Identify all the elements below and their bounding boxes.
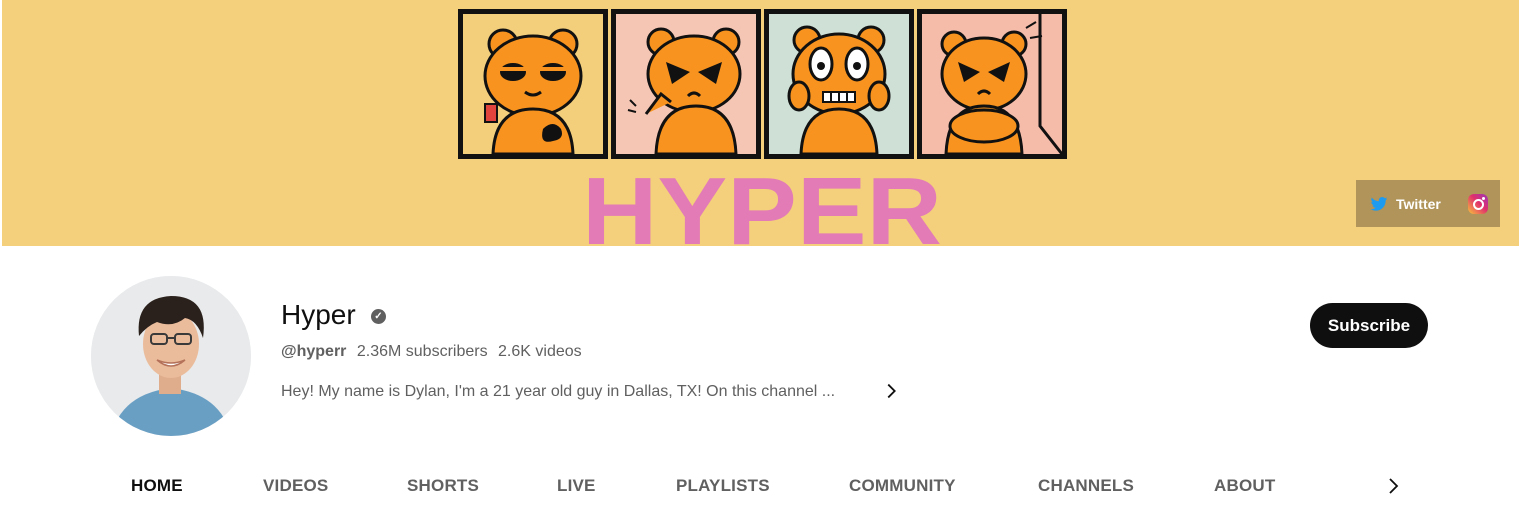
banner-social-links: Twitter [1356,180,1500,227]
channel-avatar[interactable] [91,276,251,436]
channel-handle: @hyperr [281,343,347,360]
svg-text:HYPER: HYPER [582,162,942,246]
tab-live[interactable]: LIVE [557,476,596,496]
banner-comic-panels [458,9,1067,159]
channel-meta: @hyperr 2.36M subscribers 2.6K videos [281,342,582,362]
instagram-icon[interactable] [1467,193,1488,214]
channel-page: HYPER Twitter Hyper ✓ @hyperr 2.36M subs… [0,0,1521,507]
bear-panel-sulking [917,9,1067,159]
tab-about[interactable]: ABOUT [1214,476,1275,496]
chevron-right-icon[interactable] [880,380,902,402]
tab-videos[interactable]: VIDEOS [263,476,328,496]
tab-channels[interactable]: CHANNELS [1038,476,1134,496]
tab-playlists[interactable]: PLAYLISTS [676,476,770,496]
tab-home[interactable]: HOME [131,476,183,496]
subscribe-button[interactable]: Subscribe [1310,303,1428,348]
twitter-bird-icon[interactable] [1370,196,1388,211]
bear-panel-angry-point [611,9,761,159]
tabs-next-chevron-icon[interactable] [1381,474,1405,498]
tab-community[interactable]: COMMUNITY [849,476,956,496]
channel-tabs: HOME VIDEOS SHORTS LIVE PLAYLISTS COMMUN… [0,464,1521,507]
tabs-fade [1350,464,1370,507]
bear-panel-tired [458,9,608,159]
channel-description[interactable]: Hey! My name is Dylan, I'm a 21 year old… [281,382,835,402]
bear-panel-shocked [764,9,914,159]
banner-hyper-logo: HYPER [582,162,942,246]
twitter-link[interactable]: Twitter [1396,196,1441,212]
video-count: 2.6K videos [498,343,582,360]
channel-banner: HYPER Twitter [2,0,1519,246]
subscriber-count: 2.36M subscribers [356,343,488,360]
channel-name: Hyper [281,299,356,330]
tab-shorts[interactable]: SHORTS [407,476,479,496]
verified-check-icon: ✓ [371,309,386,324]
